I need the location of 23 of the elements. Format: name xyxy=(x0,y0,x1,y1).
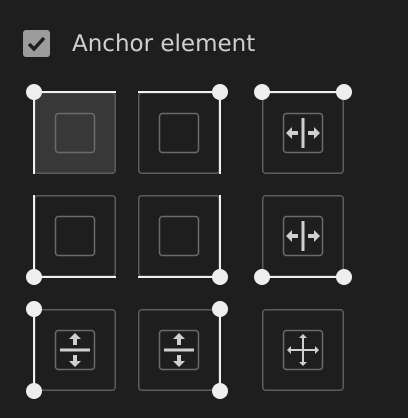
square-icon xyxy=(158,112,200,154)
anchor-handle xyxy=(26,301,42,317)
square-icon xyxy=(54,216,96,256)
anchor-handle xyxy=(26,269,42,285)
anchor-handle xyxy=(26,84,42,100)
anchor-handle xyxy=(212,301,228,317)
four-way-arrows-icon xyxy=(282,330,324,370)
anchor-handle xyxy=(212,383,228,399)
vertical-arrows-icon xyxy=(158,330,200,370)
anchor-handle xyxy=(212,269,228,285)
square-icon xyxy=(158,216,200,256)
anchor-handle xyxy=(336,269,352,285)
anchor-handle xyxy=(254,269,270,285)
vertical-arrows-icon xyxy=(54,330,96,370)
anchor-handle xyxy=(26,383,42,399)
anchor-handle xyxy=(336,84,352,100)
horizontal-arrows-icon xyxy=(282,112,324,154)
anchor-handle xyxy=(212,84,228,100)
square-icon xyxy=(54,112,96,154)
checkbox[interactable] xyxy=(23,30,50,57)
anchor-handle xyxy=(254,84,270,100)
horizontal-arrows-icon xyxy=(282,216,324,256)
checkbox-label: Anchor element xyxy=(72,30,256,56)
